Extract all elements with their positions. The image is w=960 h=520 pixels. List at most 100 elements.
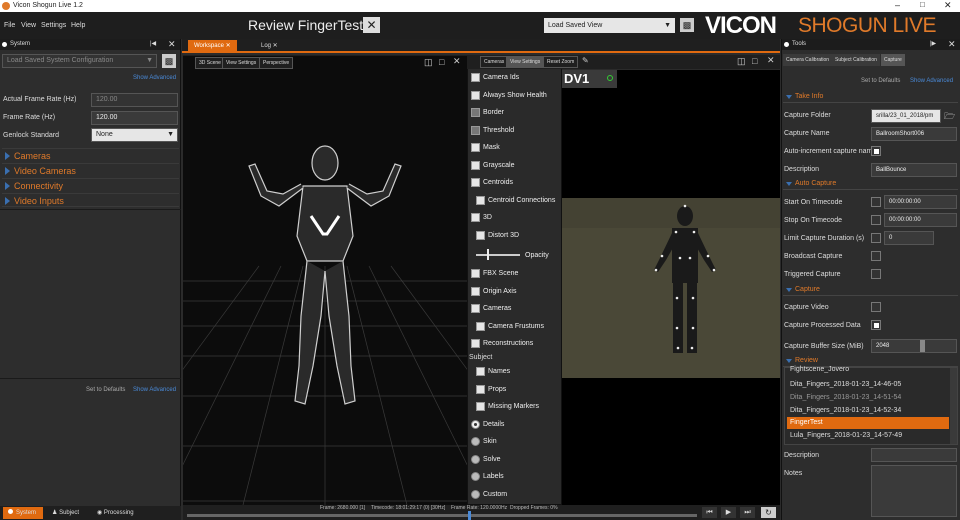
camera-ids-checkbox[interactable]	[471, 73, 480, 82]
review-scrollbar[interactable]	[950, 368, 957, 444]
props-checkbox[interactable]	[476, 385, 485, 394]
frame-rate-field[interactable]: 120.00	[91, 111, 178, 125]
view-settings-right-button[interactable]: View Settings	[506, 56, 545, 68]
grayscale-checkbox[interactable]	[471, 161, 480, 170]
show-advanced-link[interactable]: Show Advanced	[133, 75, 176, 81]
play-button[interactable]: ▶	[721, 507, 736, 518]
system-config-select[interactable]: Load Saved System Configuration ▼	[2, 54, 157, 68]
close-view-right-icon[interactable]: ✕	[767, 55, 775, 66]
review-item[interactable]: Dita_Fingers_2018-01-23_14-51-54	[787, 392, 949, 404]
details-radio[interactable]	[471, 420, 480, 429]
stop-tc-field[interactable]: 00:00:00:00	[884, 213, 957, 227]
broadcast-checkbox[interactable]	[871, 251, 881, 261]
origin-axis-checkbox[interactable]	[471, 287, 480, 296]
minimize-icon[interactable]: –	[895, 0, 900, 10]
close-icon[interactable]: ✕	[944, 0, 952, 11]
capture-folder-field[interactable]: srilla/23_01_2018/pm	[871, 109, 941, 123]
set-defaults-right[interactable]: Set to Defaults	[861, 78, 900, 84]
next-button[interactable]: ⏭	[740, 507, 755, 518]
reset-zoom-button[interactable]: Reset Zoom	[543, 56, 579, 68]
loop-button[interactable]: ↻	[761, 507, 776, 518]
review-item[interactable]: Dita_Fingers_2018-01-23_14-52-34	[787, 405, 949, 417]
save-view-icon[interactable]: ▩	[680, 18, 694, 32]
close-panel-icon[interactable]: ✕	[168, 39, 176, 50]
split-view-right-icon[interactable]: ◫	[737, 56, 746, 67]
auto-increment-checkbox[interactable]	[871, 146, 881, 156]
centroid-connections-checkbox[interactable]	[476, 196, 485, 205]
tab-subject[interactable]: ♟ Subject	[52, 507, 79, 519]
tab-processing[interactable]: ◉ Processing	[97, 507, 134, 519]
split-view-icon[interactable]: ◫	[424, 57, 433, 68]
tab-system[interactable]: System	[3, 507, 43, 519]
show-advanced-right[interactable]: Show Advanced	[910, 78, 953, 84]
camera-frustums-checkbox[interactable]	[476, 322, 485, 331]
opacity-slider[interactable]	[476, 254, 520, 256]
threshold-checkbox[interactable]	[471, 126, 480, 135]
save-config-icon[interactable]: ▩	[162, 54, 176, 68]
notes-field[interactable]	[871, 465, 957, 517]
capture-name-field[interactable]: BallroomShort006	[871, 127, 957, 141]
tab-workspace[interactable]: Workspace ✕	[188, 40, 237, 52]
centroids-checkbox[interactable]	[471, 178, 480, 187]
menu-settings[interactable]: Settings	[41, 22, 66, 29]
auto-capture-section[interactable]: Auto Capture	[783, 178, 958, 190]
buffer-size-field[interactable]: 2048	[871, 339, 957, 353]
section-video-cameras[interactable]: Video Cameras	[2, 163, 179, 177]
perspective-button[interactable]: Perspective	[259, 57, 294, 69]
cameras-checkbox[interactable]	[471, 304, 480, 313]
description2-field[interactable]	[871, 448, 957, 462]
skin-radio[interactable]	[471, 437, 480, 446]
review-item-selected[interactable]: FingerTest	[787, 417, 949, 429]
limit-duration-checkbox[interactable]	[871, 233, 881, 243]
section-cameras[interactable]: Cameras	[2, 148, 179, 162]
close-tools-icon[interactable]: ✕	[948, 39, 956, 50]
tab-camera-calibration[interactable]: Camera Calibration	[783, 54, 833, 66]
review-item[interactable]: Lula_Fingers_2018-01-23_14-57-49	[787, 430, 949, 442]
border-checkbox[interactable]	[471, 108, 480, 117]
section-connectivity[interactable]: Connectivity	[2, 178, 179, 192]
tab-subject-calibration[interactable]: Subject Calibration	[832, 54, 880, 66]
pin-icon[interactable]: |◀	[150, 39, 156, 50]
genlock-select[interactable]: None ▼	[91, 128, 178, 142]
tab-log[interactable]: Log ✕	[255, 40, 284, 52]
distort-3d-checkbox[interactable]	[476, 231, 485, 240]
custom-radio[interactable]	[471, 490, 480, 499]
close-view-icon[interactable]: ✕	[453, 56, 461, 67]
mask-checkbox[interactable]	[471, 143, 480, 152]
menu-view[interactable]: View	[21, 22, 36, 29]
maximize-view-right-icon[interactable]: □	[752, 56, 757, 66]
capture-video-checkbox[interactable]	[871, 302, 881, 312]
opacity-slider-handle[interactable]	[487, 249, 489, 260]
tab-capture[interactable]: Capture	[881, 54, 905, 66]
triggered-checkbox[interactable]	[871, 269, 881, 279]
camera-video-view[interactable]: DV1	[562, 70, 780, 505]
take-info-section[interactable]: Take Info	[783, 91, 958, 103]
capture-section[interactable]: Capture	[783, 284, 958, 296]
missing-markers-checkbox[interactable]	[476, 402, 485, 411]
set-defaults-link[interactable]: Set to Defaults	[86, 387, 125, 393]
always-show-health-checkbox[interactable]	[471, 91, 480, 100]
description-field[interactable]: BallBounce	[871, 163, 957, 177]
start-tc-field[interactable]: 00:00:00:00	[884, 195, 957, 209]
review-item[interactable]: Dita_Fingers_2018-01-23_14-46-05	[787, 379, 949, 391]
menu-file[interactable]: File	[4, 22, 15, 29]
solve-radio[interactable]	[471, 455, 480, 464]
show-advanced-link-2[interactable]: Show Advanced	[133, 387, 176, 393]
limit-duration-field[interactable]: 0	[884, 231, 934, 245]
previous-button[interactable]: ⏮	[702, 507, 717, 518]
review-item[interactable]: Fightscene_Jovero	[787, 366, 949, 375]
scene-3d-button[interactable]: 3D Scene	[195, 57, 225, 69]
menu-help[interactable]: Help	[71, 22, 85, 29]
load-saved-view-select[interactable]: Load Saved View ▼	[544, 18, 675, 33]
fbx-scene-checkbox[interactable]	[471, 269, 480, 278]
view-settings-left-button[interactable]: View Settings	[222, 57, 261, 69]
capture-processed-checkbox[interactable]	[871, 320, 881, 330]
labels-radio[interactable]	[471, 472, 480, 481]
start-tc-checkbox[interactable]	[871, 197, 881, 207]
buffer-slider-handle[interactable]	[920, 340, 925, 352]
stop-tc-checkbox[interactable]	[871, 215, 881, 225]
folder-icon[interactable]: 🗁	[944, 109, 955, 125]
pin-right-icon[interactable]: |▶	[930, 39, 936, 50]
section-video-inputs[interactable]: Video Inputs	[2, 193, 179, 207]
maximize-icon[interactable]: □	[920, 0, 925, 9]
